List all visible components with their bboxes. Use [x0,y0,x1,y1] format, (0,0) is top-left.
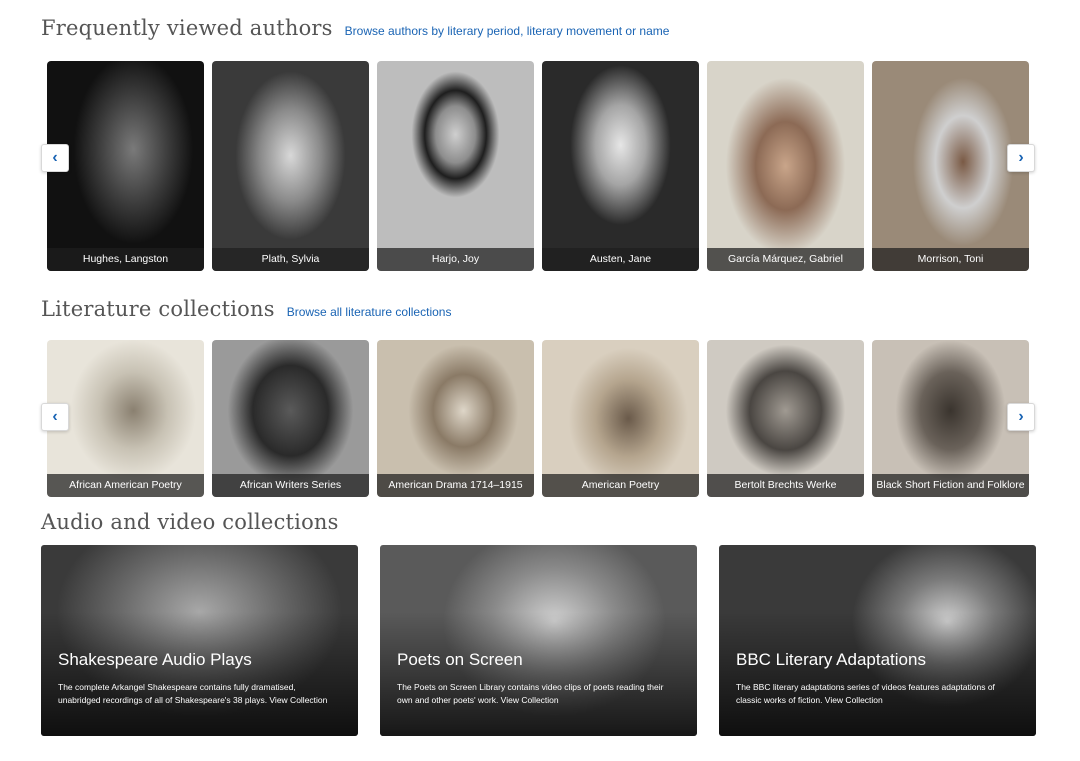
collection-card[interactable]: African Writers Series [212,340,369,497]
author-card-label: Hughes, Langston [47,248,204,271]
collection-card-label: American Drama 1714–1915 [377,474,534,497]
author-photo [47,61,204,271]
author-card-label: Morrison, Toni [872,248,1029,271]
chevron-left-icon: ‹ [52,408,58,425]
author-card-label: Harjo, Joy [377,248,534,271]
authors-carousel: Hughes, Langston Plath, Sylvia Harjo, Jo… [41,61,1035,271]
media-card-bbc-adaptations[interactable]: BBC Literary Adaptations The BBC literar… [719,545,1036,736]
browse-collections-link[interactable]: Browse all literature collections [287,305,452,319]
collection-card-label: American Poetry [542,474,699,497]
media-card-description: The BBC literary adaptations series of v… [736,682,995,705]
media-section-title: Audio and video collections [41,510,339,534]
author-card-austen[interactable]: Austen, Jane [542,61,699,271]
author-card-harjo[interactable]: Harjo, Joy [377,61,534,271]
authors-section-title: Frequently viewed authors [41,16,333,40]
chevron-left-icon: ‹ [52,149,58,166]
collections-prev-button[interactable]: ‹ [41,403,69,431]
media-card-poets-on-screen[interactable]: Poets on Screen The Poets on Screen Libr… [380,545,697,736]
media-section-header: Audio and video collections [41,510,339,534]
author-card-morrison[interactable]: Morrison, Toni [872,61,1029,271]
author-card-label: García Márquez, Gabriel [707,248,864,271]
author-card-label: Austen, Jane [542,248,699,271]
media-card-title: Shakespeare Audio Plays [58,650,252,669]
collection-card-label: Bertolt Brechts Werke [707,474,864,497]
author-photo [707,61,864,271]
media-card-description: The complete Arkangel Shakespeare contai… [58,682,328,705]
media-card-title: BBC Literary Adaptations [736,650,926,669]
collections-next-button[interactable]: › [1007,403,1035,431]
collections-section-header: Literature collections Browse all litera… [41,297,451,321]
collection-card[interactable]: American Poetry [542,340,699,497]
author-photo [872,61,1029,271]
collection-card[interactable]: American Drama 1714–1915 [377,340,534,497]
collection-card-label: African American Poetry [47,474,204,497]
media-card-description: The Poets on Screen Library contains vid… [397,682,664,705]
media-overlay [41,545,358,736]
author-card-hughes[interactable]: Hughes, Langston [47,61,204,271]
chevron-right-icon: › [1018,408,1024,425]
collection-card-label: African Writers Series [212,474,369,497]
collection-card[interactable]: African American Poetry [47,340,204,497]
collection-card[interactable]: Bertolt Brechts Werke [707,340,864,497]
authors-next-button[interactable]: › [1007,144,1035,172]
author-photo [377,61,534,271]
collection-card[interactable]: Black Short Fiction and Folklore [872,340,1029,497]
author-card-label: Plath, Sylvia [212,248,369,271]
author-card-plath[interactable]: Plath, Sylvia [212,61,369,271]
collections-carousel: African American Poetry African Writers … [41,340,1035,497]
author-photo [212,61,369,271]
chevron-right-icon: › [1018,149,1024,166]
collections-section-title: Literature collections [41,297,275,321]
media-card-title: Poets on Screen [397,650,523,669]
authors-prev-button[interactable]: ‹ [41,144,69,172]
media-overlay [719,545,1036,736]
collection-card-label: Black Short Fiction and Folklore [872,474,1029,497]
media-overlay [380,545,697,736]
browse-authors-link[interactable]: Browse authors by literary period, liter… [345,24,670,38]
authors-section-header: Frequently viewed authors Browse authors… [41,16,669,40]
author-card-garcia-marquez[interactable]: García Márquez, Gabriel [707,61,864,271]
media-card-shakespeare[interactable]: Shakespeare Audio Plays The complete Ark… [41,545,358,736]
author-photo [542,61,699,271]
